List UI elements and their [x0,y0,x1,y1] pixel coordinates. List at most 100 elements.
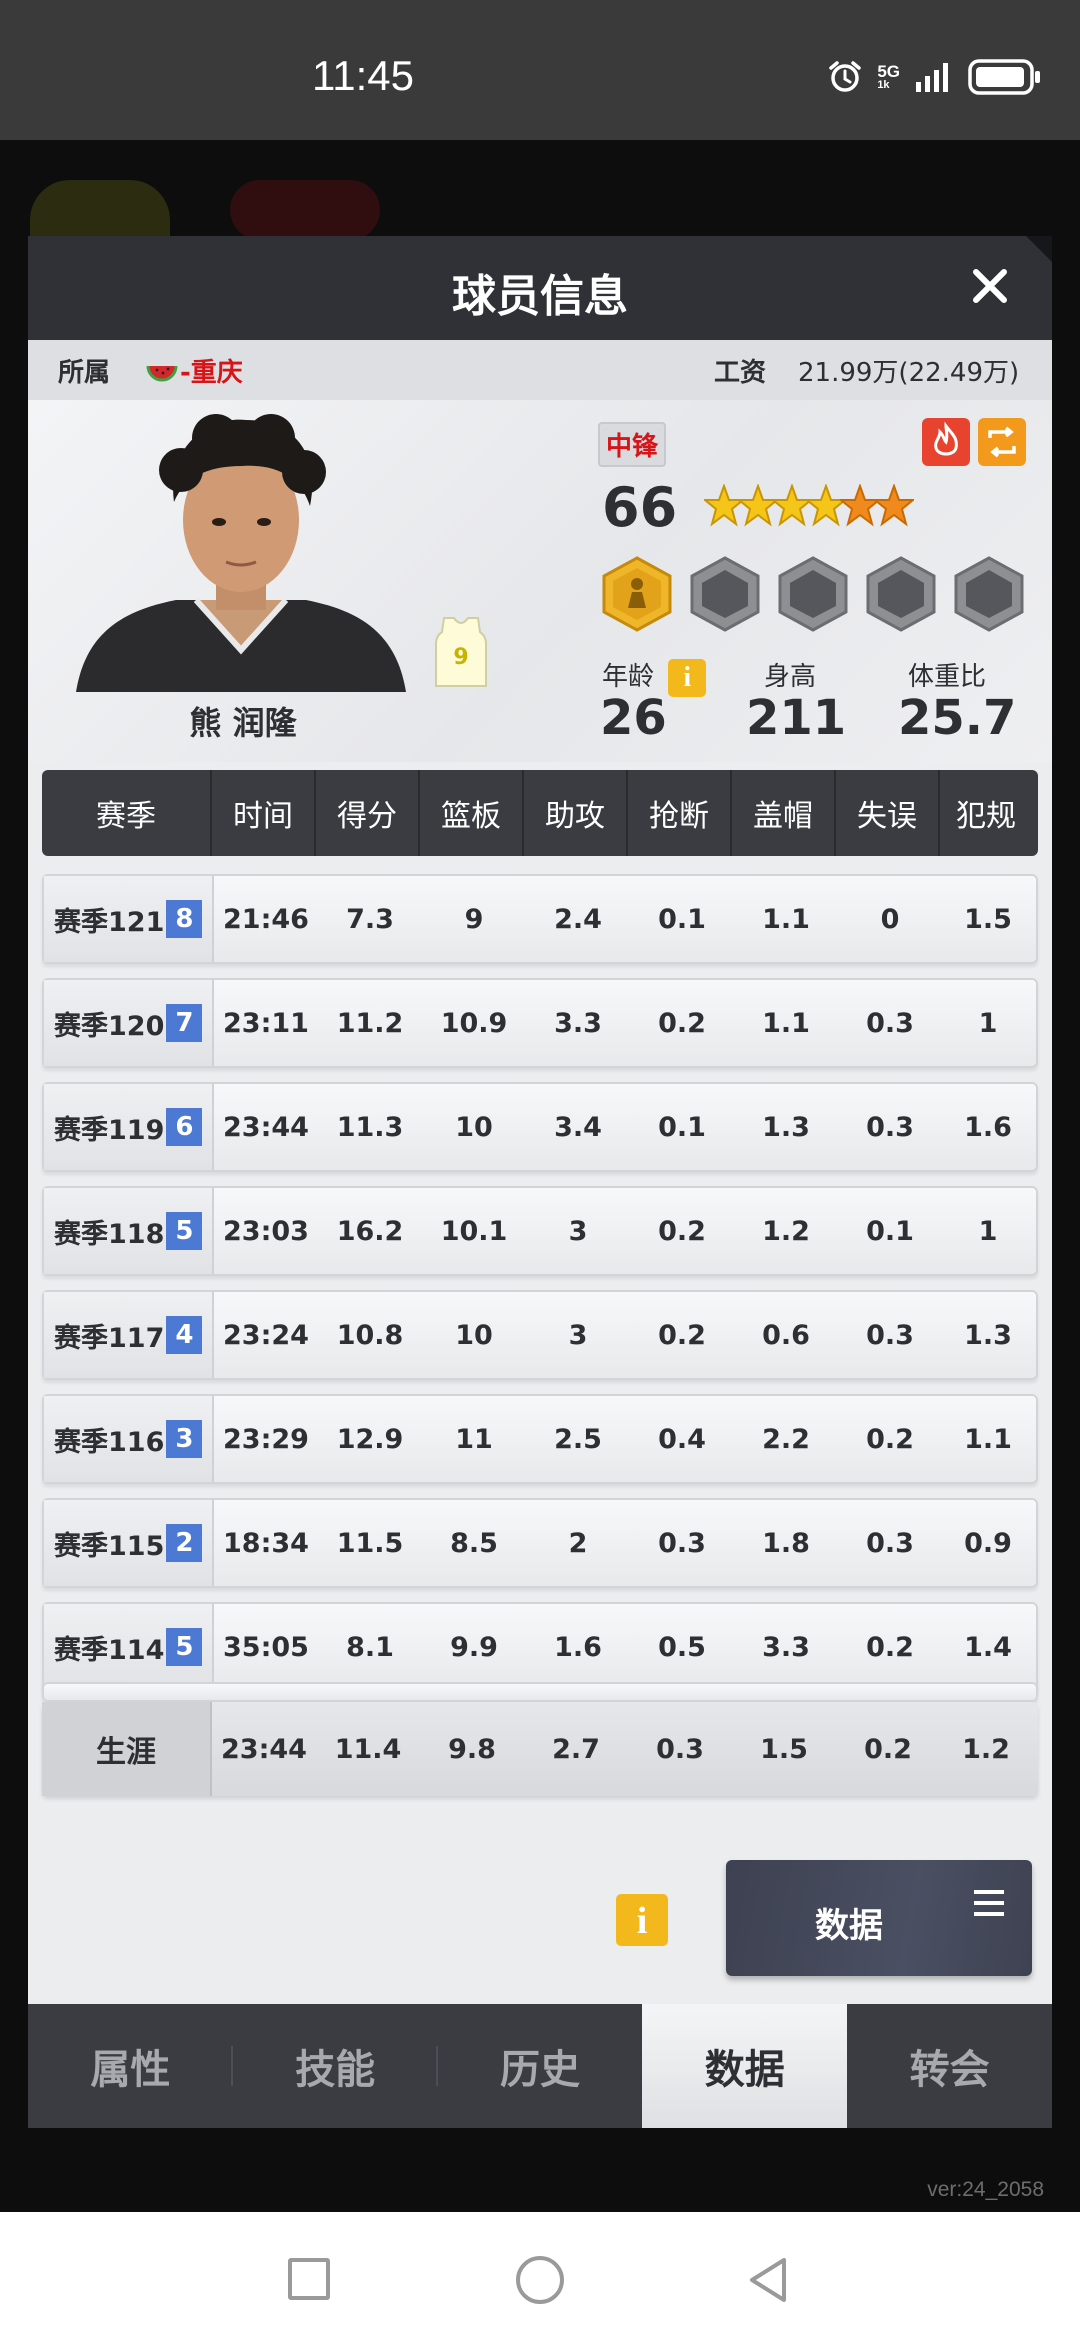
star-rating [704,484,914,530]
header-fouls: 犯规 [956,799,1016,834]
turnovers-cell: 0.3 [866,1527,914,1559]
season-rank-badge: 7 [166,1004,203,1042]
rebounds-cell: 10 [455,1319,493,1351]
points-cell: 11.2 [336,1007,404,1039]
star-half-icon [874,484,914,527]
assists-cell: 1.6 [554,1631,602,1663]
career-label: 生涯 [42,1702,212,1796]
data-filter-button[interactable]: 数据 [726,1860,1032,1976]
table-row[interactable]: 赛季117 4 23:24 10.8 10 3 0.2 0.6 0.3 1.3 [42,1290,1038,1380]
locked-badge-icon[interactable] [952,556,1026,632]
status-time: 11:45 [312,52,414,99]
team-name[interactable]: -重庆 [180,352,243,389]
header-season: 赛季 [42,770,212,856]
stats-table-header: 赛季 时间 得分 篮板 助攻 抢断 盖帽 失误 犯规 [42,770,1038,856]
season-cell: 赛季117 4 [44,1292,214,1378]
tab-history[interactable]: 历史 [438,2004,643,2128]
gold-badge-icon[interactable] [600,556,674,632]
time-cell: 18:34 [223,1527,309,1559]
steals-cell: 0.2 [658,1007,706,1039]
jersey-icon[interactable]: 9 [430,614,492,690]
status-bar: 11:45 5G 1k [0,0,1080,140]
steals-cell: 0.3 [658,1527,706,1559]
player-profile: 9 熊 润隆 中锋 66 年龄 i 26 身高 211 体重比 25.7 [28,400,1052,762]
table-row[interactable]: 赛季119 6 23:44 11.3 10 3.4 0.1 1.3 0.3 1.6 [42,1082,1038,1172]
header-rebounds: 篮板 [420,770,524,856]
turnovers-cell: 0.2 [866,1423,914,1455]
blocks-cell: 1.8 [762,1527,810,1559]
table-row[interactable]: 赛季115 2 18:34 11.5 8.5 2 0.3 1.8 0.3 0.9 [42,1498,1038,1588]
career-steals: 0.3 [656,1733,704,1765]
table-row[interactable]: 赛季116 3 23:29 12.9 11 2.5 0.4 2.2 0.2 1.1 [42,1394,1038,1484]
rebounds-cell: 9 [464,903,484,935]
time-cell: 23:44 [223,1111,309,1143]
rebounds-cell: 10.9 [440,1007,508,1039]
turnovers-cell: 0.1 [866,1215,914,1247]
season-cell: 赛季115 2 [44,1500,214,1586]
stats-info-icon[interactable]: i [616,1894,668,1946]
table-row[interactable]: 赛季121 8 21:46 7.3 9 2.4 0.1 1.1 0 1.5 [42,874,1038,964]
assists-cell: 2 [568,1527,588,1559]
home-button[interactable] [516,2256,564,2304]
tab-skills[interactable]: 技能 [233,2004,438,2128]
recents-button[interactable] [288,2258,330,2300]
career-fouls: 1.2 [962,1733,1010,1765]
close-icon[interactable] [962,258,1018,314]
points-cell: 11.3 [336,1111,404,1143]
blocks-cell: 3.3 [762,1631,810,1663]
career-rebounds: 9.8 [448,1733,496,1765]
stats-table: 赛季 时间 得分 篮板 助攻 抢断 盖帽 失误 犯规 赛季121 8 21:46 … [42,770,1038,1796]
table-row[interactable]: 赛季114 5 35:05 8.1 9.9 1.6 0.5 3.3 0.2 1.4 [42,1602,1038,1692]
jersey-number: 9 [453,645,468,670]
season-rank-badge: 5 [166,1628,203,1666]
turnovers-cell: 0.3 [866,1319,914,1351]
background-team-label [230,180,380,240]
season-rank-badge: 5 [166,1212,203,1250]
team-label: 所属 [58,358,111,388]
header-turnovers: 失误 [836,770,940,856]
locked-badge-icon[interactable] [864,556,938,632]
season-cell: 赛季119 6 [44,1084,214,1170]
table-row[interactable]: 赛季118 5 23:03 16.2 10.1 3 0.2 1.2 0.1 1 [42,1186,1038,1276]
player-info-modal: 球员信息 所属 -重庆 工资 21.99万(22.49万) 9 熊 润隆 中锋 … [28,236,1052,2128]
fouls-cell: 1.6 [964,1111,1012,1143]
back-button[interactable] [744,2254,794,2306]
assists-cell: 3 [568,1319,588,1351]
table-row-partial[interactable] [42,1682,1038,1702]
fouls-cell: 1.3 [964,1319,1012,1351]
season-cell: 赛季114 5 [44,1604,214,1690]
system-navigation-bar [0,2212,1080,2340]
locked-badge-icon[interactable] [776,556,850,632]
data-button-label: 数据 [815,1906,883,1946]
season-rank-badge: 4 [166,1316,203,1354]
locked-badge-icon[interactable] [688,556,762,632]
season-cell: 赛季116 3 [44,1396,214,1482]
height-value: 211 [746,690,847,746]
blocks-cell: 1.1 [762,903,810,935]
season-rank-badge: 6 [166,1108,203,1146]
fouls-cell: 1.1 [964,1423,1012,1455]
tab-data[interactable]: 数据 [642,2004,848,2128]
steals-cell: 0.2 [658,1215,706,1247]
steals-cell: 0.1 [658,903,706,935]
player-portrait [76,414,406,692]
header-points: 得分 [316,770,420,856]
table-row[interactable]: 赛季120 7 23:11 11.2 10.9 3.3 0.2 1.1 0.3 1 [42,978,1038,1068]
season-cell: 赛季120 7 [44,980,214,1066]
assists-cell: 2.5 [554,1423,602,1455]
height-label: 身高 [764,662,817,692]
blocks-cell: 1.1 [762,1007,810,1039]
rebounds-cell: 10.1 [440,1215,508,1247]
fouls-cell: 1 [978,1007,998,1039]
age-info-icon[interactable]: i [668,658,707,697]
tab-attributes[interactable]: 属性 [28,2004,233,2128]
network-label: 5G 1k [877,62,900,91]
weight-ratio-value: 25.7 [898,690,1017,746]
fire-icon[interactable] [922,418,970,466]
fouls-cell: 1.4 [964,1631,1012,1663]
tab-transfer[interactable]: 转会 [847,2004,1052,2128]
time-cell: 23:11 [223,1007,309,1039]
watermelon-icon [146,365,178,382]
points-cell: 10.8 [336,1319,404,1351]
swap-icon[interactable] [978,418,1026,466]
